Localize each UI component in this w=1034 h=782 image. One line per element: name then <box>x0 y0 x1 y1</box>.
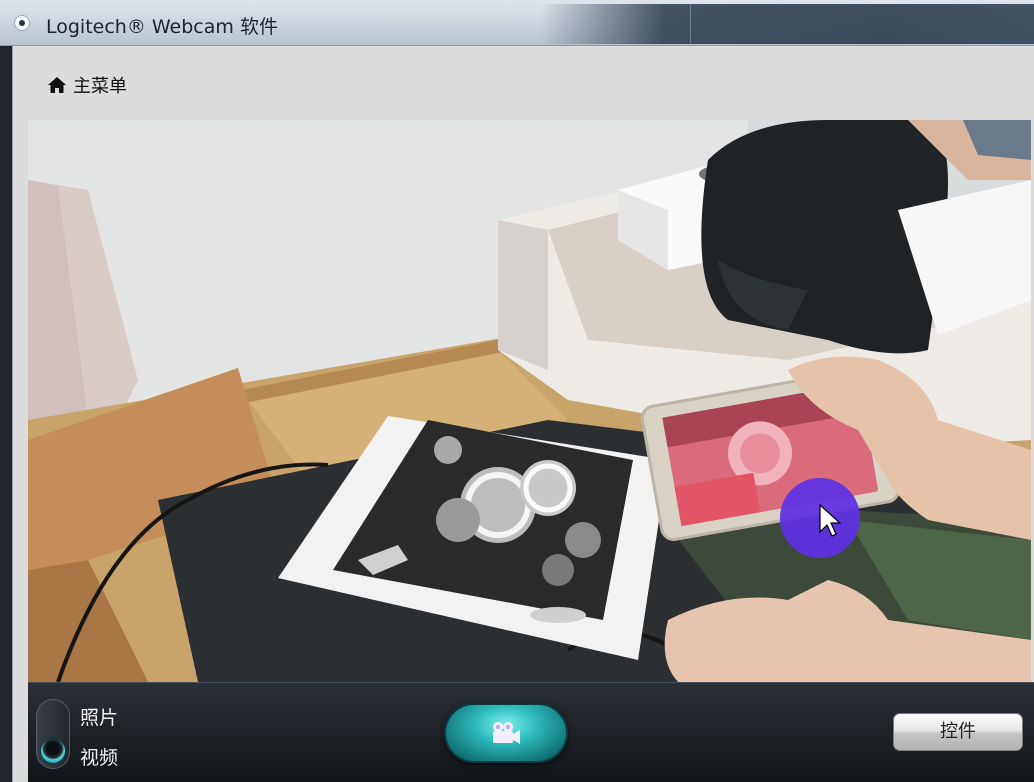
mode-photo-label[interactable]: 照片 <box>80 703 118 730</box>
app-icon[interactable] <box>14 15 30 31</box>
main-menu-link[interactable]: 主菜单 <box>47 72 127 98</box>
camera-preview <box>28 120 1031 682</box>
record-video-button[interactable] <box>444 703 568 763</box>
video-camera-icon <box>489 720 523 746</box>
mode-video-label[interactable]: 视频 <box>80 743 118 770</box>
toggle-knob[interactable] <box>40 738 66 764</box>
photo-video-toggle[interactable] <box>36 699 70 769</box>
home-icon <box>47 76 67 94</box>
controls-button[interactable]: 控件 <box>893 713 1023 751</box>
window-title: Logitech® Webcam 软件 <box>46 16 278 38</box>
main-menu-label: 主菜单 <box>73 76 127 97</box>
title-bar-background-tabs <box>540 4 1034 44</box>
control-bar: 照片 视频 控件 <box>28 682 1034 782</box>
title-bar: Logitech® Webcam 软件 <box>0 0 1034 46</box>
